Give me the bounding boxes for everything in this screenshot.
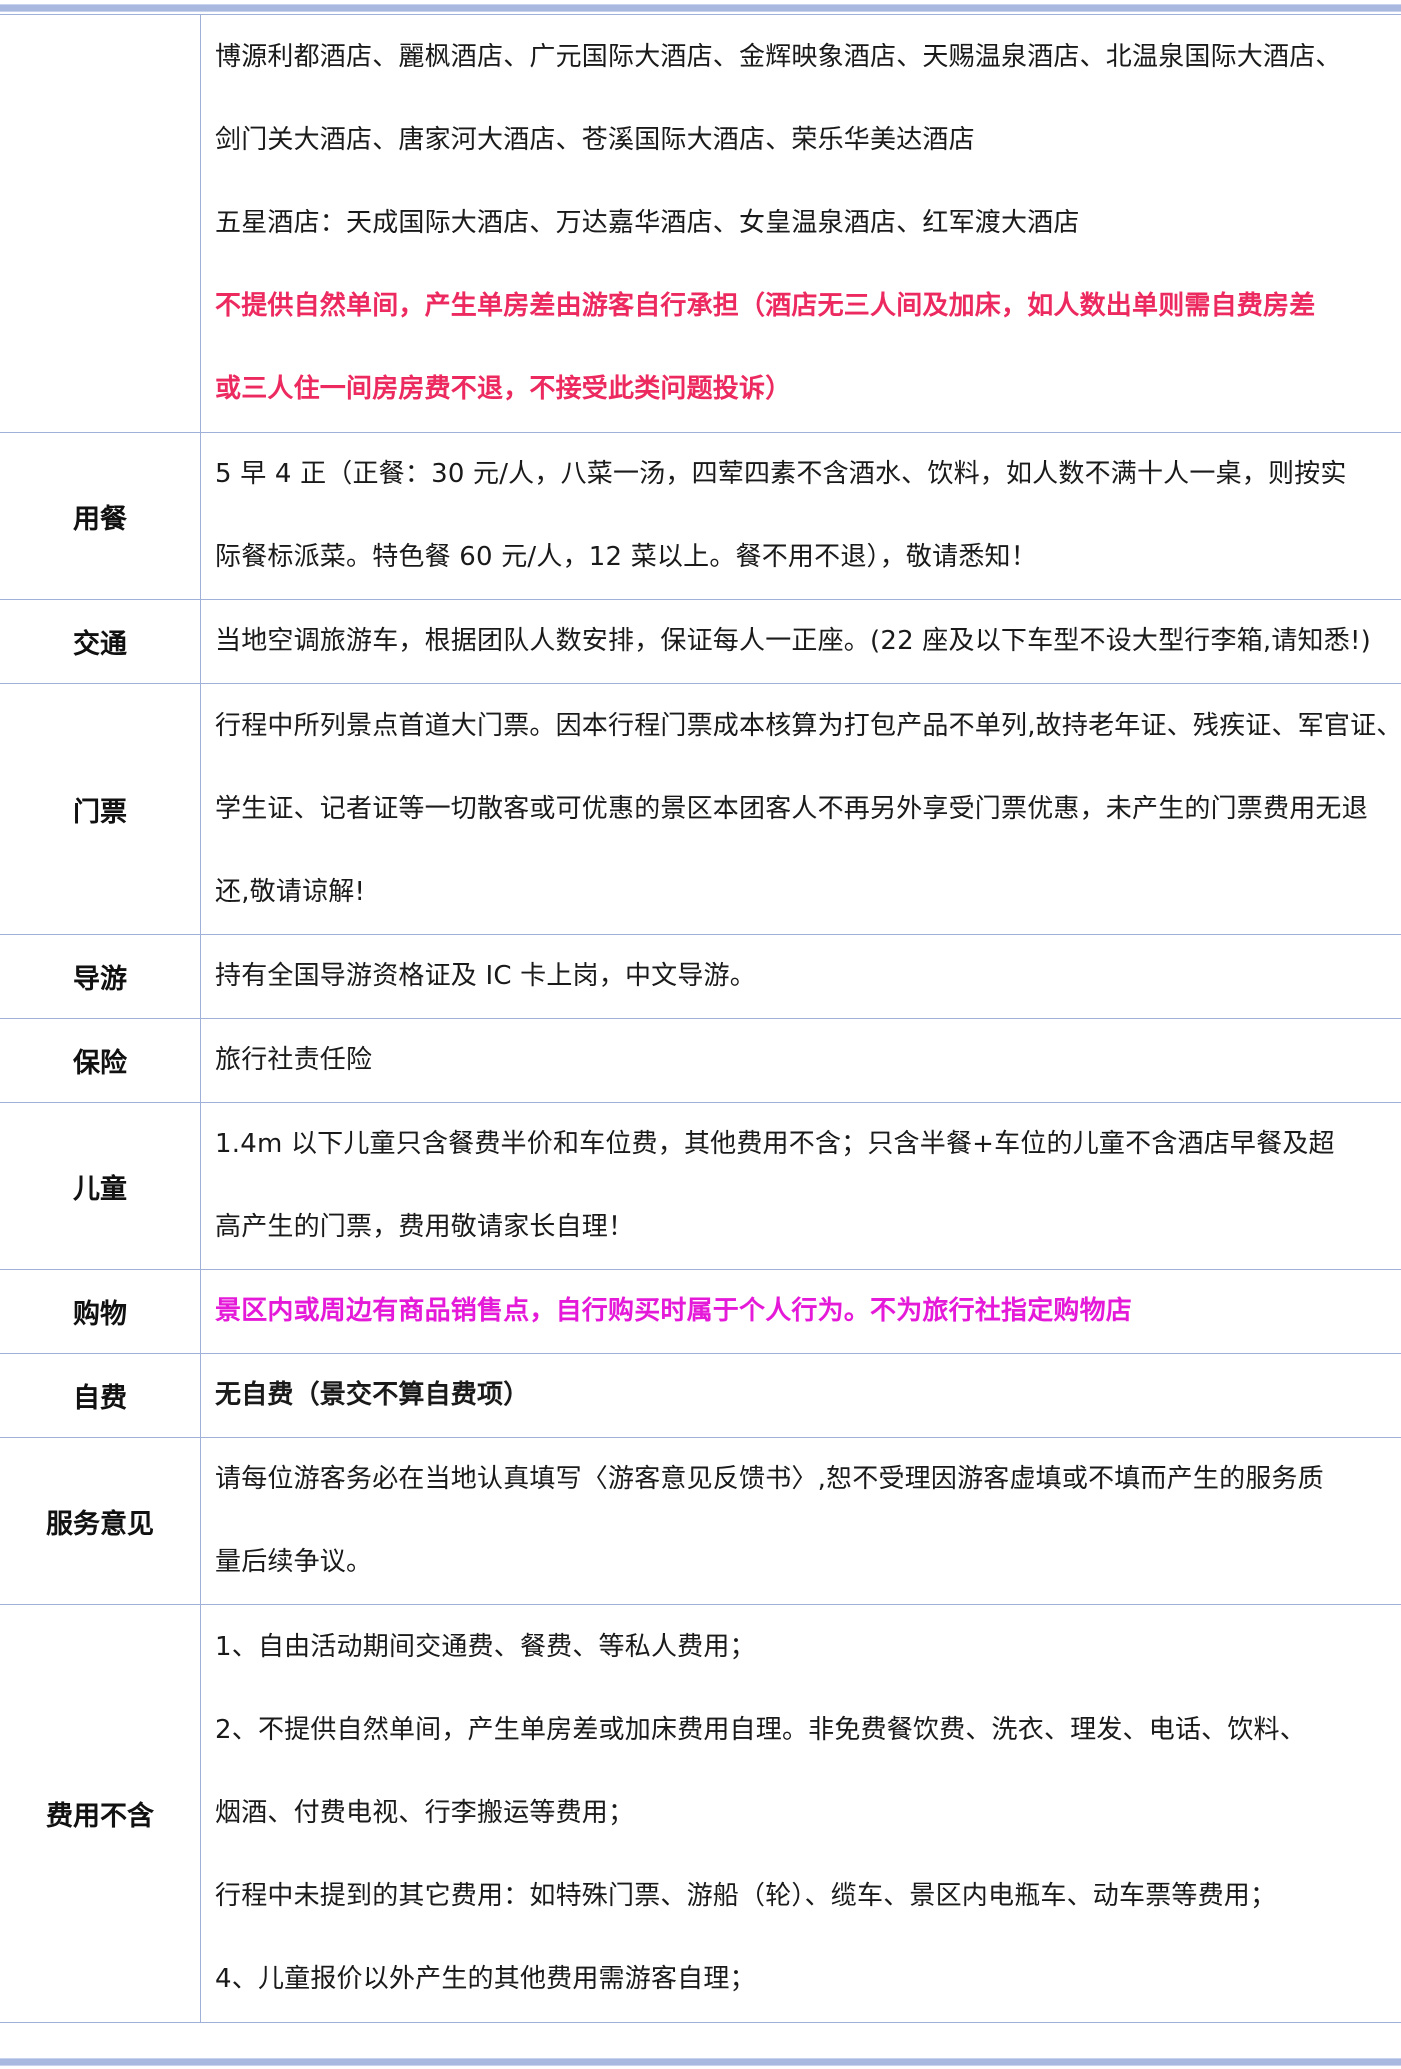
table-row-guide: 导游 持有全国导游资格证及 IC 卡上岗，中文导游。 (0, 934, 1401, 1019)
excluded-item-2: 2、不提供自然单间，产生单房差或加床费用自理。非免费餐饮费、洗衣、理发、电话、饮… (215, 1715, 1306, 1745)
table-row-tickets: 门票 行程中所列景点首道大门票。因本行程门票成本核算为打包产品不单列,故持老年证… (0, 683, 1401, 935)
excluded-item-1: 1、自由活动期间交通费、餐费、等私人费用； (215, 1632, 756, 1662)
meal-line-2: 际餐标派菜。特色餐 60 元/人，12 菜以上。餐不用不退），敬请悉知！ (215, 542, 1037, 572)
row-label-shopping: 购物 (0, 1269, 201, 1354)
table-row-shopping: 购物 景区内或周边有商品销售点，自行购买时属于个人行为。不为旅行社指定购物店 (0, 1269, 1401, 1354)
tickets-line-2: 学生证、记者证等一切散客或可优惠的景区本团客人不再另外享受门票优惠，未产生的门票… (215, 793, 1368, 824)
single-room-warning-line-1: 不提供自然单间，产生单房差由游客自行承担（酒店无三人间及加床，如人数出单则需自费… (215, 291, 1316, 321)
tickets-line-3: 还,敬请谅解! (215, 876, 366, 907)
children-line-2: 高产生的门票，费用敬请家长自理！ (215, 1212, 635, 1242)
row-content-insurance: 旅行社责任险 (200, 1018, 1401, 1103)
row-label-feedback: 服务意见 (0, 1437, 201, 1605)
five-star-hotels-line: 五星酒店：天成国际大酒店、万达嘉华酒店、女皇温泉酒店、红军渡大酒店 (215, 208, 1080, 238)
itinerary-details-table: 博源利都酒店、麗枫酒店、广元国际大酒店、金辉映象酒店、天赐温泉酒店、北温泉国际大… (0, 14, 1401, 2023)
children-line-1: 1.4m 以下儿童只含餐费半价和车位费，其他费用不含；只含半餐+车位的儿童不含酒… (215, 1129, 1335, 1159)
excluded-item-2-cont: 烟酒、付费电视、行李搬运等费用； (215, 1798, 635, 1828)
hotel-list-line-2: 剑门关大酒店、唐家河大酒店、苍溪国际大酒店、荣乐华美达酒店 (215, 125, 975, 155)
row-content-guide: 持有全国导游资格证及 IC 卡上岗，中文导游。 (200, 934, 1401, 1019)
row-content-excluded-costs: 1、自由活动期间交通费、餐费、等私人费用； 2、不提供自然单间，产生单房差或加床… (200, 1604, 1401, 2023)
excluded-item-3: 行程中未提到的其它费用：如特殊门票、游船（轮）、缆车、景区内电瓶车、动车票等费用… (215, 1881, 1277, 1911)
shopping-line-1: 景区内或周边有商品销售点，自行购买时属于个人行为。不为旅行社指定购物店 (215, 1296, 1133, 1326)
row-label-children: 儿童 (0, 1102, 201, 1270)
row-content-shopping: 景区内或周边有商品销售点，自行购买时属于个人行为。不为旅行社指定购物店 (200, 1269, 1401, 1354)
row-label-hotel (0, 14, 201, 433)
row-label-guide: 导游 (0, 934, 201, 1019)
table-row-excluded-costs: 费用不含 1、自由活动期间交通费、餐费、等私人费用； 2、不提供自然单间，产生单… (0, 1604, 1401, 2023)
table-row-optional-fees: 自费 无自费（景交不算自费项） (0, 1353, 1401, 1438)
excluded-item-4: 4、儿童报价以外产生的其他费用需游客自理； (215, 1964, 756, 1994)
row-content-tickets: 行程中所列景点首道大门票。因本行程门票成本核算为打包产品不单列,故持老年证、残疾… (200, 683, 1401, 935)
feedback-line-1: 请每位游客务必在当地认真填写〈游客意见反馈书〉,恕不受理因游客虚填或不填而产生的… (215, 1464, 1324, 1494)
table-row-transport: 交通 当地空调旅游车，根据团队人数安排，保证每人一正座。(22 座及以下车型不设… (0, 599, 1401, 684)
row-content-feedback: 请每位游客务必在当地认真填写〈游客意见反馈书〉,恕不受理因游客虚填或不填而产生的… (200, 1437, 1401, 1605)
table-row-meal: 用餐 5 早 4 正（正餐：30 元/人，八菜一汤，四荤四素不含酒水、饮料，如人… (0, 432, 1401, 600)
bottom-border-bar (0, 2058, 1401, 2066)
row-label-insurance: 保险 (0, 1018, 201, 1103)
top-border-bar (0, 4, 1401, 12)
hotel-list-line-1: 博源利都酒店、麗枫酒店、广元国际大酒店、金辉映象酒店、天赐温泉酒店、北温泉国际大… (215, 42, 1342, 72)
row-label-transport: 交通 (0, 599, 201, 684)
transport-line-1: 当地空调旅游车，根据团队人数安排，保证每人一正座。(22 座及以下车型不设大型行… (215, 626, 1371, 656)
row-content-meal: 5 早 4 正（正餐：30 元/人，八菜一汤，四荤四素不含酒水、饮料，如人数不满… (200, 432, 1401, 600)
row-content-transport: 当地空调旅游车，根据团队人数安排，保证每人一正座。(22 座及以下车型不设大型行… (200, 599, 1401, 684)
row-label-tickets: 门票 (0, 683, 201, 935)
row-label-meal: 用餐 (0, 432, 201, 600)
tickets-line-1: 行程中所列景点首道大门票。因本行程门票成本核算为打包产品不单列,故持老年证、残疾… (215, 710, 1393, 741)
single-room-warning-line-2: 或三人住一间房房费不退，不接受此类问题投诉） (215, 374, 792, 404)
optional-fees-line-1: 无自费（景交不算自费项） (215, 1380, 530, 1410)
table-row-feedback: 服务意见 请每位游客务必在当地认真填写〈游客意见反馈书〉,恕不受理因游客虚填或不… (0, 1437, 1401, 1605)
row-content-children: 1.4m 以下儿童只含餐费半价和车位费，其他费用不含；只含半餐+车位的儿童不含酒… (200, 1102, 1401, 1270)
row-content-hotel: 博源利都酒店、麗枫酒店、广元国际大酒店、金辉映象酒店、天赐温泉酒店、北温泉国际大… (200, 14, 1401, 433)
insurance-line-1: 旅行社责任险 (215, 1045, 373, 1075)
table-row-children: 儿童 1.4m 以下儿童只含餐费半价和车位费，其他费用不含；只含半餐+车位的儿童… (0, 1102, 1401, 1270)
feedback-line-2: 量后续争议。 (215, 1547, 373, 1577)
table-row-hotel: 博源利都酒店、麗枫酒店、广元国际大酒店、金辉映象酒店、天赐温泉酒店、北温泉国际大… (0, 14, 1401, 433)
row-label-excluded-costs: 费用不含 (0, 1604, 201, 2023)
row-content-optional-fees: 无自费（景交不算自费项） (200, 1353, 1401, 1438)
meal-line-1: 5 早 4 正（正餐：30 元/人，八菜一汤，四荤四素不含酒水、饮料，如人数不满… (215, 459, 1347, 489)
table-row-insurance: 保险 旅行社责任险 (0, 1018, 1401, 1103)
guide-line-1: 持有全国导游资格证及 IC 卡上岗，中文导游。 (215, 961, 756, 991)
row-label-optional-fees: 自费 (0, 1353, 201, 1438)
